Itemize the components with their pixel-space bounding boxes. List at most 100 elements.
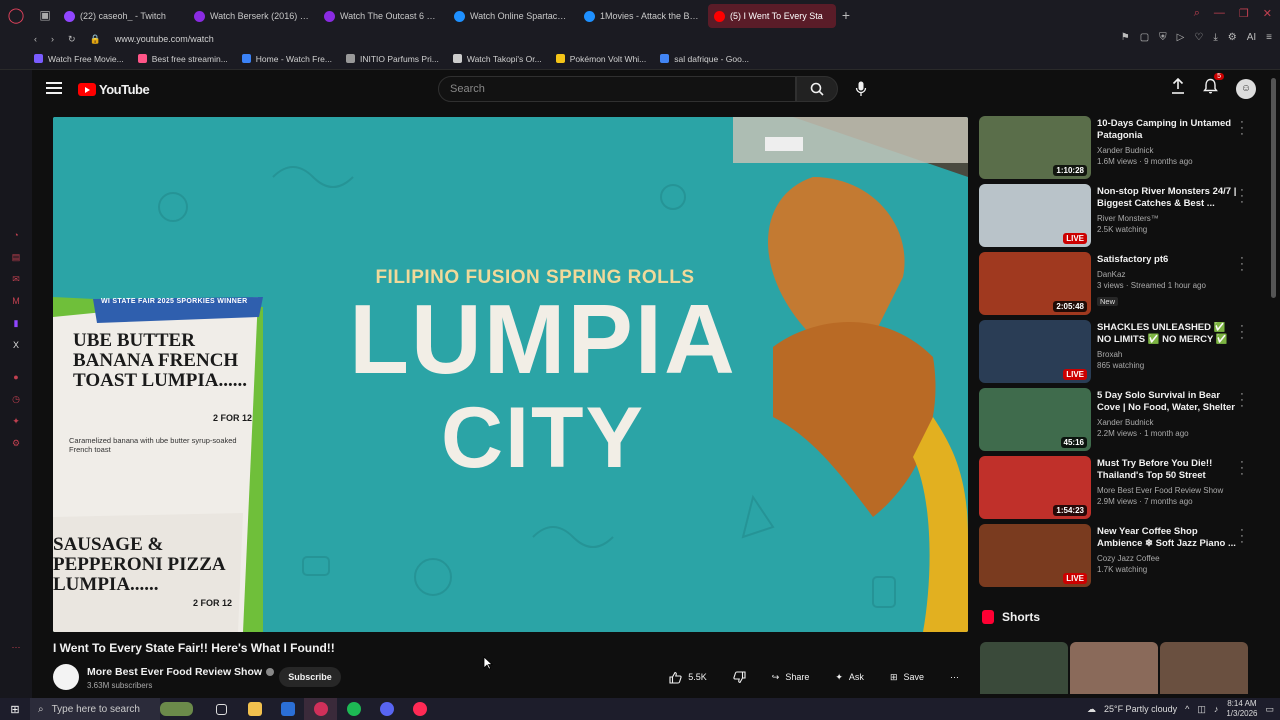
recommended-video[interactable]: 45:16 5 Day Solo Survival in Bear Cove | … (979, 388, 1259, 456)
bookmark-item[interactable]: INITIO Parfums Pri... (346, 54, 439, 64)
browser-tab[interactable]: Watch The Outcast 6 onli (318, 4, 446, 28)
video-channel[interactable]: Xander Budnick (1097, 417, 1237, 428)
short-thumbnail[interactable] (1070, 642, 1158, 694)
video-thumbnail[interactable]: LIVE (979, 320, 1091, 383)
channel-name[interactable]: More Best Ever Food Review Show (87, 666, 262, 678)
dislike-button[interactable] (724, 666, 755, 688)
extensions-icon[interactable]: ✦ (9, 414, 23, 428)
more-options-icon[interactable]: · · · (1239, 321, 1245, 344)
aria-icon[interactable]: AI (1247, 32, 1256, 43)
easy-setup-icon[interactable]: ⚙ (1228, 32, 1237, 43)
network-icon[interactable]: ◫ (1197, 704, 1206, 715)
back-icon[interactable]: ‹ (34, 34, 37, 44)
hamburger-menu-icon[interactable] (46, 82, 62, 94)
video-thumbnail[interactable]: 1:54:23 (979, 456, 1091, 519)
browser-tab[interactable]: Watch Berserk (2016) onli (188, 4, 316, 28)
bookmark-item[interactable]: Pokémon Volt Whi... (555, 54, 646, 64)
more-options-icon[interactable]: · · · (1239, 525, 1245, 548)
opera-gx-icon[interactable] (403, 698, 436, 720)
video-channel[interactable]: Broxah (1097, 349, 1237, 360)
mail-icon[interactable]: M (9, 294, 23, 308)
recommended-video[interactable]: LIVE Non-stop River Monsters 24/7 | Bigge… (979, 184, 1259, 252)
browser-tab[interactable]: 1Movies - Attack the Block (578, 4, 706, 28)
notification-center-icon[interactable]: ▭ (1265, 704, 1274, 715)
video-title-link[interactable]: 5 Day Solo Survival in Bear Cove | No Fo… (1097, 390, 1237, 414)
video-channel[interactable]: More Best Ever Food Review Show (1097, 485, 1237, 496)
video-thumbnail[interactable]: 45:16 (979, 388, 1091, 451)
recommended-video[interactable]: 2:05:48 Satisfactory pt6 DanKaz 3 views · S… (979, 252, 1259, 320)
bag-icon[interactable]: ▤ (9, 250, 23, 264)
forward-icon[interactable]: › (51, 34, 54, 44)
video-thumbnail[interactable]: 2:05:48 (979, 252, 1091, 315)
page-scrollbar[interactable] (1271, 78, 1276, 298)
weather-text[interactable]: 25°F Partly cloudy (1104, 704, 1177, 714)
bookmark-item[interactable]: Best free streamin... (137, 54, 228, 64)
more-options-icon[interactable]: · · · (1239, 185, 1245, 208)
browser-tab[interactable]: (5) I Went To Every Sta (708, 4, 836, 28)
bookmark-item[interactable]: Home - Watch Fre... (241, 54, 332, 64)
account-avatar[interactable]: ☺ (1236, 78, 1256, 99)
short-thumbnail[interactable] (1160, 642, 1248, 694)
video-player[interactable]: WI STATE FAIR 2025 SPORKIES WINNER UBE B… (53, 117, 968, 632)
start-button[interactable]: ⊞ (0, 703, 30, 716)
new-tab-button[interactable]: + (836, 7, 856, 23)
x-icon[interactable]: X (9, 338, 23, 352)
short-thumbnail[interactable] (980, 642, 1068, 694)
video-thumbnail[interactable]: 1:10:28 (979, 116, 1091, 179)
reload-icon[interactable]: ↻ (68, 34, 76, 45)
tray-chevron-icon[interactable]: ^ (1185, 704, 1189, 714)
video-channel[interactable]: Xander Budnick (1097, 145, 1237, 156)
video-title-link[interactable]: Non-stop River Monsters 24/7 | Biggest C… (1097, 186, 1237, 210)
channel-name-wrap[interactable]: More Best Ever Food Review Show (87, 666, 275, 678)
opera-logo-icon[interactable]: ◯ (0, 0, 32, 30)
settings-icon[interactable]: ⚙ (9, 436, 23, 450)
music-icon[interactable]: ● (9, 370, 23, 384)
video-title-link[interactable]: Satisfactory pt6 (1097, 254, 1237, 266)
video-title-link[interactable]: 10-Days Camping in Untamed Patagonia (1097, 118, 1237, 142)
bookmark-item[interactable]: Watch Free Movie... (34, 54, 124, 64)
recommended-video[interactable]: 1:10:28 10-Days Camping in Untamed Patago… (979, 116, 1259, 184)
spotify-icon[interactable] (337, 698, 370, 720)
search-highlight-icon[interactable] (160, 698, 193, 720)
workspaces-icon[interactable]: ▣ (32, 0, 58, 30)
video-channel[interactable]: Cozy Jazz Coffee (1097, 553, 1237, 564)
channel-avatar[interactable] (53, 664, 79, 690)
volume-icon[interactable]: ♪ (1214, 704, 1219, 714)
search-input[interactable]: Search (438, 76, 796, 102)
snapshot-icon[interactable]: ▢ (1140, 32, 1149, 43)
taskbar-search[interactable]: ⌕ Type here to search (30, 698, 160, 720)
bookmark-item[interactable]: Watch Takopi's Or... (452, 54, 542, 64)
minimize-button[interactable]: — (1214, 7, 1225, 20)
search-button[interactable] (796, 76, 838, 102)
messenger-icon[interactable]: ✉ (9, 272, 23, 286)
like-button[interactable]: 5.5K (660, 666, 716, 688)
heart-icon[interactable]: ♡ (1194, 32, 1203, 43)
task-view-icon[interactable] (205, 698, 238, 720)
share-button[interactable]: ↪ Share (763, 666, 819, 688)
url-field[interactable]: www.youtube.com/watch (115, 34, 214, 44)
system-clock[interactable]: 8:14 AM 1/3/2026 (1226, 699, 1257, 719)
subscribe-button[interactable]: Subscribe (279, 667, 341, 687)
store-icon[interactable] (271, 698, 304, 720)
download-icon[interactable]: ⤓ (1213, 32, 1217, 43)
player-icon[interactable]: ▷ (1177, 32, 1185, 43)
more-options-icon[interactable]: · · · (1239, 457, 1245, 480)
browser-tab[interactable]: Watch Online Spartacus: H (448, 4, 576, 28)
history-icon[interactable]: ◷ (9, 392, 23, 406)
ask-button[interactable]: ✦ Ask (826, 666, 873, 688)
save-button[interactable]: ⊞ Save (881, 666, 933, 688)
more-options-icon[interactable]: · · · (1239, 389, 1245, 412)
video-channel[interactable]: River Monsters™ (1097, 213, 1237, 224)
video-title-link[interactable]: SHACKLES UNLEASHED ✅ NO LIMITS ✅ NO MERC… (1097, 322, 1237, 346)
video-title-link[interactable]: New Year Coffee Shop Ambience ❄ Soft Jaz… (1097, 526, 1237, 550)
close-window-button[interactable]: ✕ (1263, 7, 1272, 20)
search-tabs-icon[interactable]: ⌕ (1194, 7, 1200, 20)
discord-icon[interactable] (370, 698, 403, 720)
recommended-video[interactable]: LIVE SHACKLES UNLEASHED ✅ NO LIMITS ✅ NO … (979, 320, 1259, 388)
opera-taskbar-icon[interactable] (304, 698, 337, 720)
more-options-icon[interactable]: · · · (1239, 253, 1245, 276)
sidebar-more-icon[interactable]: ⋯ (9, 640, 23, 654)
upload-icon[interactable] (1171, 77, 1185, 99)
youtube-logo[interactable]: YouTube (78, 82, 150, 97)
bookmark-icon[interactable]: ⚑ (1121, 32, 1130, 43)
